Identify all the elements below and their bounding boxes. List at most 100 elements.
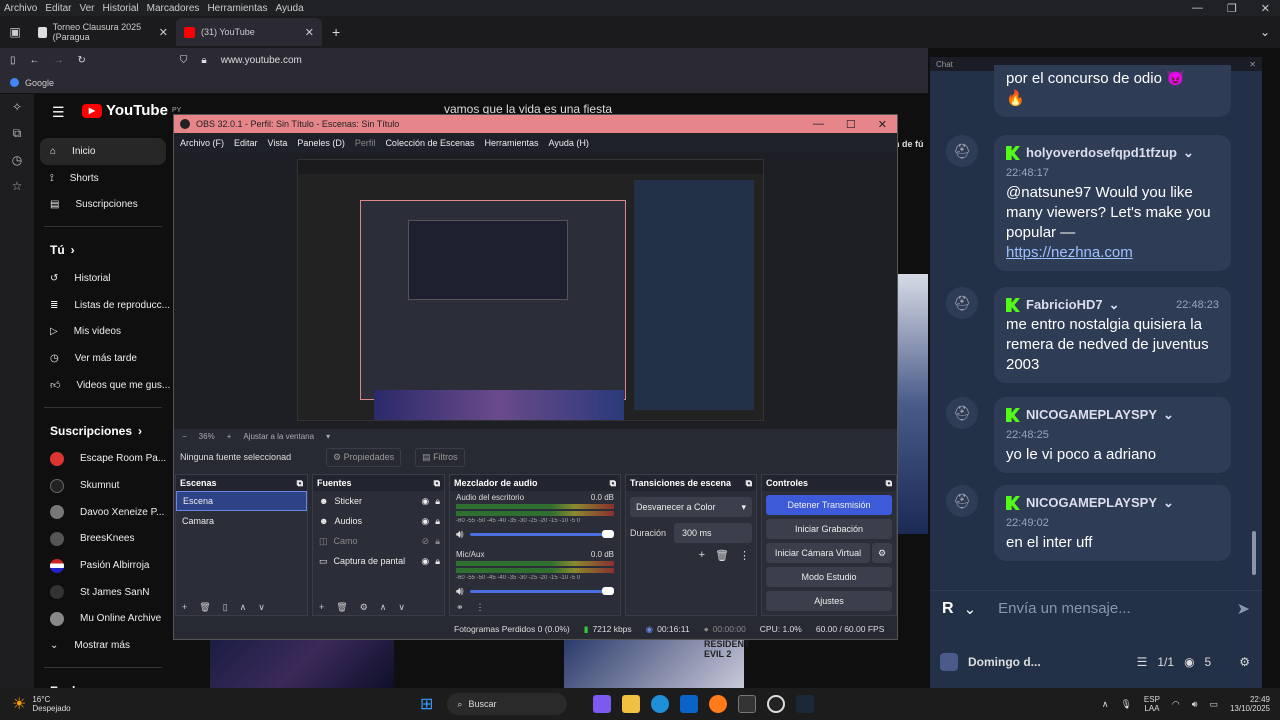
microphone-icon[interactable]: 🎙︎ [1120, 699, 1131, 710]
link-icon[interactable]: ⚭ [456, 602, 464, 613]
slider-knob[interactable] [602, 530, 614, 538]
video-thumbnail[interactable] [210, 639, 394, 688]
tab-youtube[interactable]: (31) YouTube ✕ [176, 18, 322, 46]
ai-icon[interactable]: ✧ [12, 100, 22, 114]
firefox-icon[interactable] [709, 695, 728, 713]
studio-mode-button[interactable]: Modo Estudio [766, 567, 892, 587]
chevron-down-icon[interactable]: ⌄ [964, 600, 977, 618]
settings-button[interactable]: Ajustes [766, 591, 892, 611]
new-tab-icon[interactable]: + [322, 24, 340, 40]
lock-icon[interactable]: 🔒︎ [435, 496, 444, 507]
eye-icon[interactable]: ◉ [421, 496, 429, 507]
synced-tabs-icon[interactable]: ⧉ [13, 126, 22, 141]
reload-icon[interactable]: ↻ [78, 55, 86, 66]
menu-herramientas[interactable]: Herramientas [207, 3, 267, 14]
send-icon[interactable]: ➤ [1237, 599, 1262, 619]
chevron-up-icon[interactable]: ∧ [1102, 699, 1109, 710]
properties-button[interactable]: ⚙ Propiedades [326, 447, 402, 467]
eye-hidden-icon[interactable]: ⊘ [422, 536, 430, 547]
you-header[interactable]: Tú › [34, 235, 172, 265]
add-icon[interactable]: + [182, 602, 187, 612]
nav-listas[interactable]: ≣ Listas de reproducc... [34, 292, 172, 319]
tab-torneo[interactable]: Torneo Clausura 2025 (Paragua ✕ [30, 18, 176, 46]
sub-channel[interactable]: Escape Room Pa... [34, 446, 172, 473]
nav-suscripciones[interactable]: ▤ Suscripciones [34, 191, 172, 218]
username[interactable]: NICOGAMEPLAYSPY [1026, 405, 1157, 425]
menu-vista[interactable]: Vista [268, 138, 288, 148]
chevron-down-icon[interactable]: ⌄ [1163, 405, 1174, 425]
copilot-icon[interactable] [593, 695, 612, 713]
menu-ayuda[interactable]: Ayuda [275, 3, 303, 14]
dock-menu-icon[interactable]: ⧉ [297, 478, 303, 489]
url-field[interactable]: www.youtube.com [221, 55, 302, 66]
close-icon[interactable]: ✕ [1249, 60, 1256, 69]
close-tab-icon[interactable]: ✕ [305, 26, 314, 39]
source-item[interactable]: ☻ Sticker ◉ 🔒︎ [313, 491, 444, 511]
message-input[interactable]: Envía un mensaje... [986, 600, 1226, 617]
username[interactable]: FabricioHD7 [1026, 295, 1103, 315]
menu-ver[interactable]: Ver [79, 3, 94, 14]
history-icon[interactable]: ◷ [12, 153, 22, 167]
user-avatar-icon[interactable]: ⛑ [946, 397, 978, 429]
up-icon[interactable]: ∧ [380, 602, 387, 613]
source-item[interactable]: ◫ Camo ⊘ 🔒︎ [313, 531, 444, 551]
sidebar-toggle-icon[interactable]: ▯ [10, 55, 16, 66]
slider-knob[interactable] [602, 587, 614, 595]
lock-icon[interactable]: 🔒︎ [435, 556, 444, 567]
nav-me-gusta[interactable]: 👍︎ Videos que me gus... [34, 372, 172, 399]
source-item[interactable]: ☻ Audios ◉ 🔒︎ [313, 511, 444, 531]
maximize-icon[interactable]: ☐ [846, 118, 856, 131]
close-tab-icon[interactable]: ✕ [159, 26, 168, 39]
hamburger-icon[interactable]: ☰ [52, 104, 65, 121]
transition-select[interactable]: Desvanecer a Color ▾ [630, 497, 752, 517]
username[interactable]: holyoverdosefqpd1tfzup [1026, 143, 1177, 163]
add-icon[interactable]: + [319, 602, 324, 612]
avatar[interactable]: R [942, 600, 954, 618]
more-icon[interactable]: ⋮ [739, 549, 750, 562]
menu-ayuda[interactable]: Ayuda (H) [549, 138, 589, 148]
start-recording-button[interactable]: Iniciar Grabación [766, 519, 892, 539]
menu-perfil[interactable]: Perfil [355, 138, 376, 148]
virtual-camera-button[interactable]: Iniciar Cámara Virtual [766, 543, 870, 563]
clock[interactable]: 22:49 13/10/2025 [1230, 695, 1270, 713]
close-icon[interactable]: ✕ [878, 118, 887, 131]
weather-widget[interactable]: ☀ 16°C Despejado [0, 694, 420, 714]
terminal-icon[interactable] [738, 695, 757, 713]
steam-icon[interactable] [796, 695, 815, 713]
tab-overview-icon[interactable]: ▣ [0, 25, 30, 39]
wifi-icon[interactable]: ◠ [1172, 699, 1180, 710]
user-avatar-icon[interactable]: ⛑ [946, 287, 978, 319]
bookmarks-icon[interactable]: ☆ [12, 179, 23, 193]
back-icon[interactable]: ← [30, 55, 40, 66]
chevron-down-icon[interactable]: ▾ [326, 432, 330, 441]
bookmark-google[interactable]: Google [25, 78, 54, 88]
sub-channel[interactable]: Pasión Albirroja [34, 552, 172, 579]
video-thumbnail[interactable] [898, 274, 928, 534]
down-icon[interactable]: ∨ [258, 602, 265, 613]
sub-channel[interactable]: Davoo Xeneize P... [34, 499, 172, 526]
trash-icon[interactable]: 🗑︎ [336, 602, 347, 613]
filter-icon[interactable]: ▯ [223, 602, 228, 613]
menu-paneles[interactable]: Paneles (D) [297, 138, 345, 148]
sub-channel[interactable]: Skumnut [34, 472, 172, 499]
user-avatar-icon[interactable]: ⛑ [946, 485, 978, 517]
obs-preview[interactable] [174, 153, 897, 429]
taskbar-search[interactable]: ⌕ Buscar [447, 693, 568, 715]
trash-icon[interactable]: 🗑︎ [715, 549, 729, 562]
fit-to-window[interactable]: Ajustar a la ventana [243, 432, 314, 441]
speaker-icon[interactable]: 🔊︎ [456, 527, 464, 542]
close-icon[interactable]: ✕ [1261, 2, 1270, 15]
menu-editar[interactable]: Editar [45, 3, 71, 14]
windows-start-icon[interactable]: ⊞ [420, 694, 447, 714]
show-more[interactable]: ⌄ Mostrar más [34, 632, 172, 659]
video-thumbnail[interactable]: RESIDENT EVIL 2 [564, 639, 750, 688]
menu-archivo[interactable]: Archivo (F) [180, 138, 224, 148]
battery-icon[interactable]: ▭ [1209, 699, 1218, 710]
lock-icon[interactable]: 🔒︎ [435, 536, 444, 547]
duration-field[interactable]: 300 ms [674, 523, 752, 543]
eye-icon[interactable]: ◉ [421, 516, 429, 527]
chevron-down-icon[interactable]: ⌄ [1163, 493, 1174, 513]
username[interactable]: NICOGAMEPLAYSPY [1026, 493, 1157, 513]
chevron-down-icon[interactable]: ⌄ [1183, 143, 1194, 163]
down-icon[interactable]: ∨ [398, 602, 405, 613]
